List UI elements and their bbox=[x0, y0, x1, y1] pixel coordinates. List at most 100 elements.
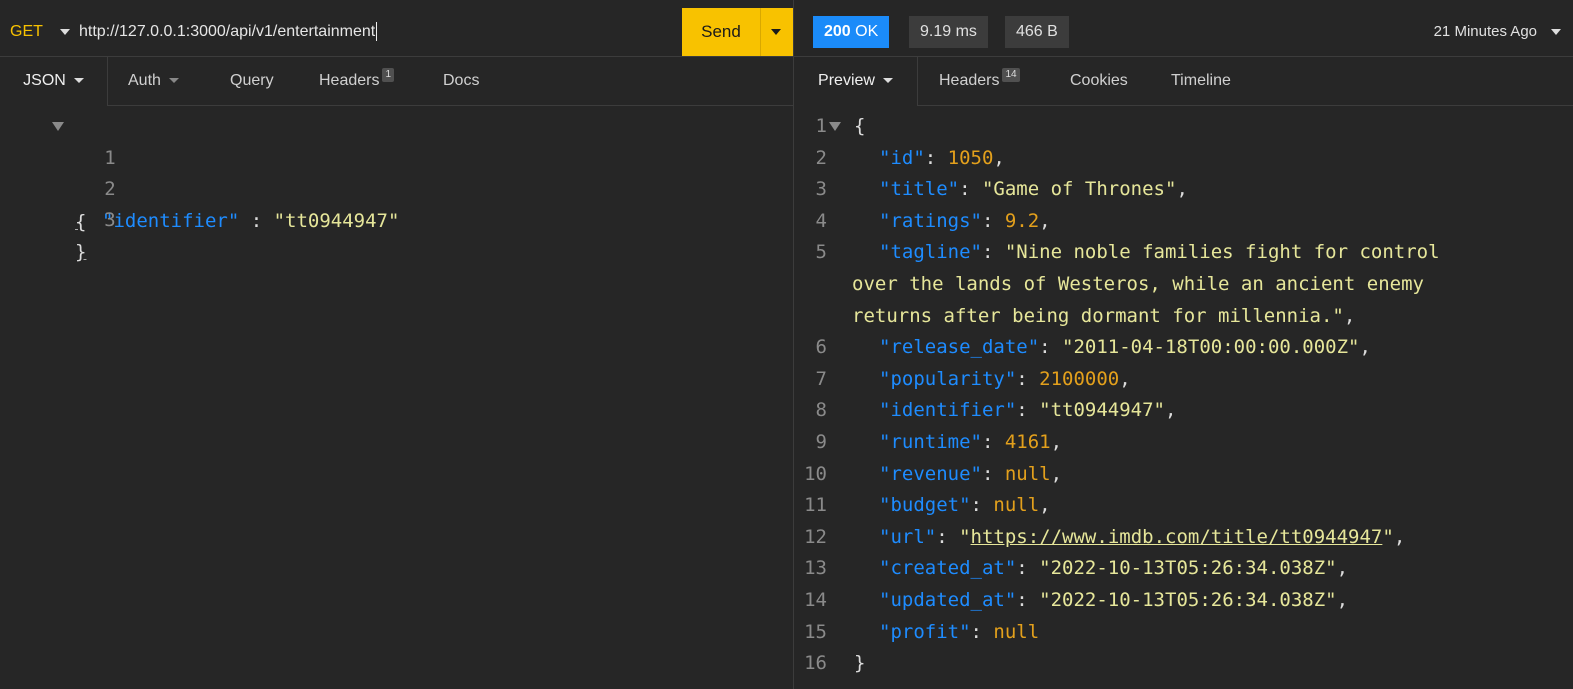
line-number: 5 bbox=[815, 241, 827, 264]
json-key: "tagline" bbox=[879, 241, 982, 264]
tab-headers-label: Headers bbox=[319, 72, 380, 89]
response-time-badge: 9.19 ms bbox=[909, 16, 988, 48]
status-code: 200 bbox=[824, 23, 851, 40]
json-value: "2022-10-13T05:26:34.038Z" bbox=[1039, 557, 1337, 580]
code-line: 8 "identifier": "tt0944947", bbox=[794, 394, 1573, 426]
tab-headers-label: Headers bbox=[939, 72, 1000, 89]
json-entry: "created_at": "2022-10-13T05:26:34.038Z"… bbox=[879, 552, 1348, 584]
line-number: 6 bbox=[815, 336, 827, 359]
json-comma: , bbox=[1119, 367, 1131, 390]
tab-docs[interactable]: Docs bbox=[443, 57, 479, 105]
fold-toggle-icon[interactable] bbox=[52, 122, 64, 131]
send-button[interactable]: Send bbox=[682, 8, 760, 56]
json-colon: : bbox=[1016, 589, 1040, 611]
method-dropdown-icon[interactable] bbox=[60, 29, 70, 35]
chevron-down-icon bbox=[73, 78, 84, 84]
json-entry: "identifier": "tt0944947", bbox=[879, 394, 1176, 426]
code-line: 10 "revenue": null, bbox=[794, 458, 1573, 490]
code-line: 1{ bbox=[794, 110, 1573, 142]
json-key: "runtime" bbox=[879, 431, 982, 453]
response-size-badge: 466 B bbox=[1005, 16, 1069, 48]
tab-auth[interactable]: Auth bbox=[128, 57, 179, 105]
url-bar: GET http://127.0.0.1:3000/api/v1/enterta… bbox=[0, 8, 793, 57]
json-colon: : bbox=[981, 431, 1005, 453]
json-entry: "identifier" : "tt0944947" bbox=[102, 205, 399, 237]
text-cursor bbox=[376, 22, 378, 42]
tab-timeline[interactable]: Timeline bbox=[1171, 57, 1231, 105]
chevron-down-icon bbox=[771, 29, 781, 35]
request-pane: GET http://127.0.0.1:3000/api/v1/enterta… bbox=[0, 0, 794, 689]
code-line: 12 "url": "https://www.imdb.com/title/tt0… bbox=[794, 521, 1573, 553]
json-key: "ratings" bbox=[879, 209, 982, 232]
json-quote: " bbox=[959, 525, 971, 548]
json-comma: , bbox=[1165, 399, 1177, 422]
fold-toggle-icon[interactable] bbox=[829, 122, 841, 131]
json-url-link[interactable]: https://www.imdb.com/title/tt0944947 bbox=[971, 526, 1383, 548]
json-comma: , bbox=[1393, 525, 1406, 548]
tab-response-headers[interactable]: Headers 14 bbox=[939, 57, 1020, 105]
code-line: 5 "tagline": "Nine noble families fight f… bbox=[794, 236, 1573, 268]
json-colon: : bbox=[970, 620, 994, 643]
method-selector[interactable]: GET bbox=[10, 8, 43, 56]
response-pane: 200 OK 9.19 ms 466 B 21 Minutes Ago Prev… bbox=[794, 0, 1573, 689]
chevron-down-icon[interactable] bbox=[1551, 29, 1561, 35]
tab-cookies[interactable]: Cookies bbox=[1070, 57, 1128, 105]
json-value: "tt0944947" bbox=[1039, 399, 1166, 422]
json-value: "2022-10-13T05:26:34.038Z" bbox=[1039, 589, 1337, 611]
tab-preview[interactable]: Preview bbox=[794, 57, 918, 106]
tab-preview-label: Preview bbox=[818, 72, 875, 89]
json-comma: , bbox=[993, 146, 1005, 169]
json-comma: , bbox=[1359, 336, 1371, 359]
json-entry: "budget": null, bbox=[879, 489, 1051, 521]
code-line: 13 "created_at": "2022-10-13T05:26:34.038… bbox=[794, 552, 1573, 584]
json-value: "Game of Thrones" bbox=[981, 178, 1177, 201]
json-colon: : bbox=[1039, 336, 1063, 359]
code-line: 15 "profit": null bbox=[794, 616, 1573, 648]
url-input[interactable]: http://127.0.0.1:3000/api/v1/entertainme… bbox=[79, 8, 378, 56]
json-colon: : bbox=[959, 178, 982, 201]
tab-query[interactable]: Query bbox=[230, 57, 274, 105]
line-number: 3 bbox=[815, 178, 827, 201]
json-key: "budget" bbox=[879, 494, 971, 517]
json-value: over the lands of Westeros, while an anc… bbox=[852, 273, 1424, 295]
status-text: OK bbox=[855, 23, 879, 40]
line-number: 4 bbox=[815, 209, 827, 232]
json-comma: , bbox=[1336, 589, 1349, 611]
json-comma: , bbox=[1336, 557, 1349, 580]
json-key: "id" bbox=[879, 146, 925, 169]
json-comma: , bbox=[1176, 178, 1188, 201]
json-comma: , bbox=[1039, 209, 1051, 232]
json-colon: : bbox=[981, 209, 1005, 232]
line-number: 13 bbox=[804, 557, 827, 580]
json-entry: "popularity": 2100000, bbox=[879, 363, 1131, 395]
json-entry: "ratings": 9.2, bbox=[879, 205, 1051, 237]
json-value: null bbox=[1004, 462, 1051, 485]
json-comma: , bbox=[1343, 304, 1356, 327]
json-colon: : bbox=[981, 241, 1005, 264]
status-badge: 200 OK bbox=[813, 16, 890, 48]
headers-count-badge: 14 bbox=[1002, 68, 1020, 82]
json-quote: " bbox=[1382, 525, 1394, 548]
code-line: 16} bbox=[794, 647, 1573, 679]
code-line: 4 "ratings": 9.2, bbox=[794, 205, 1573, 237]
send-options-button[interactable] bbox=[760, 8, 793, 56]
code-line: 9 "runtime": 4161, bbox=[794, 426, 1573, 458]
code-line: 7 "popularity": 2100000, bbox=[794, 363, 1573, 395]
json-colon: : bbox=[1016, 367, 1040, 390]
json-value: 9.2 bbox=[1004, 209, 1040, 232]
chevron-down-icon bbox=[168, 78, 179, 84]
json-comma: , bbox=[1050, 431, 1063, 453]
json-value: "Nine noble families fight for control bbox=[1004, 241, 1440, 264]
json-entry: over the lands of Westeros, while an anc… bbox=[852, 268, 1424, 300]
json-key: "profit" bbox=[879, 620, 971, 643]
line-number: 10 bbox=[804, 462, 827, 485]
history-selector[interactable]: 21 Minutes Ago bbox=[1434, 8, 1537, 56]
tab-headers[interactable]: Headers 1 bbox=[319, 57, 395, 105]
json-entry: "revenue": null, bbox=[879, 458, 1062, 490]
tab-json[interactable]: JSON bbox=[0, 57, 108, 106]
line-number: 8 bbox=[815, 399, 827, 422]
json-colon: : bbox=[936, 525, 960, 548]
json-key: "identifier" bbox=[102, 210, 240, 232]
json-colon: : bbox=[981, 462, 1005, 485]
json-brace: } bbox=[854, 652, 866, 675]
